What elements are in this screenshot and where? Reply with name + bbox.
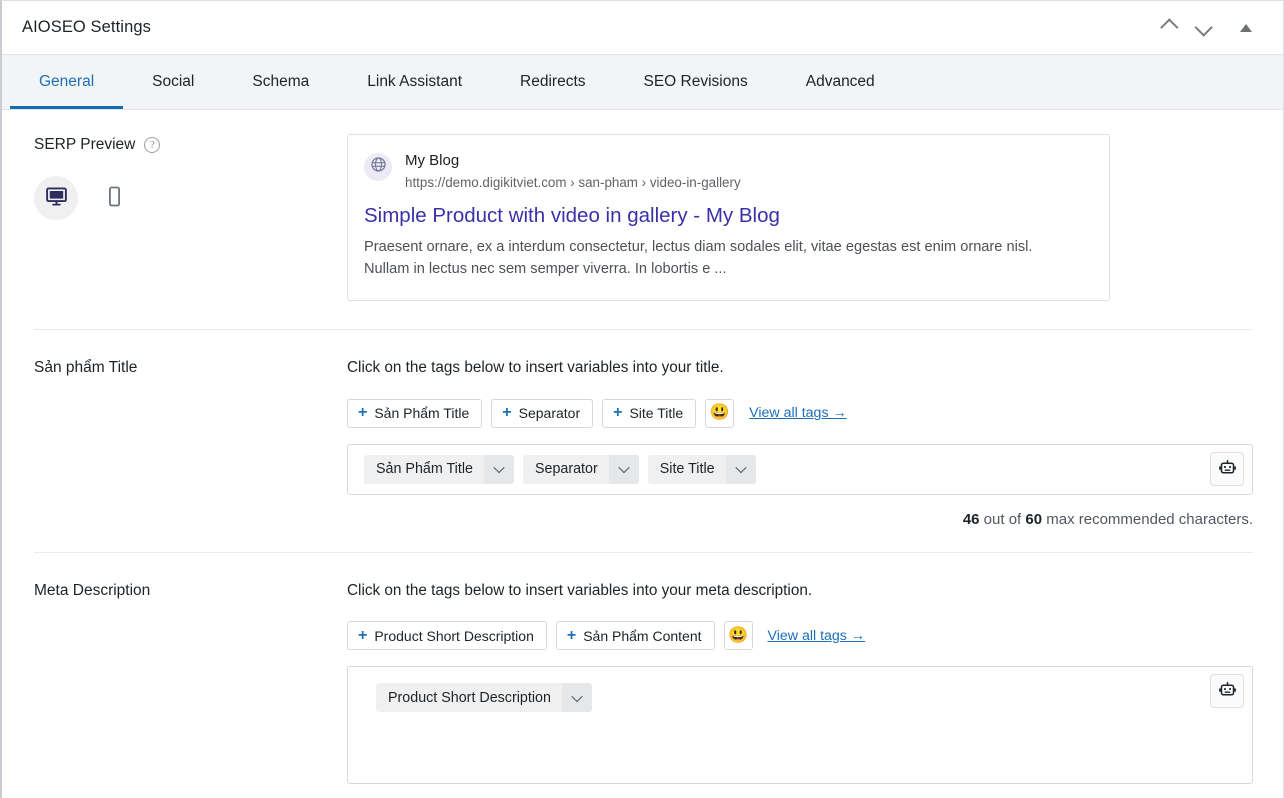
desktop-icon bbox=[45, 185, 68, 211]
expand-down-button[interactable] bbox=[1193, 15, 1219, 41]
token-label: Separator bbox=[534, 461, 598, 478]
settings-content: SERP Preview? My Blog https://demo.digik… bbox=[2, 110, 1283, 798]
tag-button-san-pham-content[interactable]: + Sản Phẩm Content bbox=[555, 621, 715, 651]
aioseo-settings-window: AIOSEO Settings General Social Schema Li… bbox=[0, 0, 1284, 798]
ai-robot-icon bbox=[1218, 458, 1237, 480]
view-all-tags-link-meta[interactable]: View all tags → bbox=[768, 628, 866, 644]
token-dropdown-button[interactable] bbox=[561, 683, 592, 713]
favicon-circle bbox=[364, 153, 392, 181]
tag-button-product-short-description[interactable]: + Product Short Description bbox=[347, 621, 547, 651]
token-dropdown-button[interactable] bbox=[608, 454, 639, 484]
serp-card-head: My Blog https://demo.digikitviet.com › s… bbox=[364, 151, 1091, 192]
product-title-input[interactable]: Sản Phẩm Title Separator Site Title bbox=[347, 443, 1253, 495]
meta-description-field-column: Click on the tags below to insert variab… bbox=[347, 580, 1253, 785]
token-dropdown-button[interactable] bbox=[725, 454, 756, 484]
chevron-down-icon bbox=[618, 462, 630, 474]
emoji-picker-button[interactable]: 😃 bbox=[705, 398, 735, 428]
triangle-up-icon bbox=[1240, 23, 1252, 32]
plus-icon: + bbox=[358, 626, 368, 644]
tab-seo-revisions[interactable]: SEO Revisions bbox=[615, 55, 777, 109]
tab-advanced[interactable]: Advanced bbox=[777, 55, 904, 109]
collapse-up-button[interactable] bbox=[1153, 15, 1179, 41]
plus-icon: + bbox=[358, 404, 368, 422]
plus-icon: + bbox=[566, 626, 577, 644]
smiley-icon: 😃 bbox=[728, 626, 748, 644]
token-site-title[interactable]: Site Title bbox=[647, 454, 756, 484]
counter-max: 60 bbox=[1025, 510, 1043, 528]
meta-description-hint: Click on the tags below to insert variab… bbox=[347, 581, 813, 599]
serp-preview-card: My Blog https://demo.digikitviet.com › s… bbox=[347, 134, 1110, 302]
tag-button-label: Separator bbox=[518, 405, 581, 422]
product-title-label-column: Sản phẩm Title bbox=[34, 357, 347, 377]
plus-icon: + bbox=[502, 404, 512, 422]
chevron-down-icon bbox=[1193, 18, 1213, 37]
token-dropdown-button[interactable] bbox=[483, 454, 514, 484]
meta-description-tag-row: + Product Short Description + Sản Phẩm C… bbox=[347, 621, 1253, 651]
token-label: Product Short Description bbox=[388, 689, 551, 706]
tag-button-site-title[interactable]: + Site Title bbox=[602, 398, 697, 428]
smiley-icon: 😃 bbox=[709, 404, 730, 422]
counter-current: 46 bbox=[962, 510, 980, 528]
mobile-preview-button[interactable] bbox=[92, 176, 136, 220]
meta-description-input[interactable]: Product Short Description bbox=[347, 666, 1253, 785]
tab-schema[interactable]: Schema bbox=[223, 55, 338, 109]
token-label: Site Title bbox=[659, 461, 715, 478]
page-title: AIOSEO Settings bbox=[22, 18, 151, 36]
emoji-picker-button[interactable]: 😃 bbox=[723, 621, 753, 651]
ai-robot-icon bbox=[1218, 680, 1237, 702]
tag-button-label: Site Title bbox=[629, 405, 684, 422]
window-controls bbox=[1153, 15, 1269, 41]
token-separator[interactable]: Separator bbox=[522, 454, 639, 484]
serp-site-name: My Blog bbox=[405, 152, 460, 169]
tab-general[interactable]: General bbox=[10, 55, 124, 109]
counter-suffix: max recommended characters. bbox=[1042, 510, 1253, 528]
globe-icon bbox=[370, 156, 387, 178]
ai-generate-description-button[interactable] bbox=[1210, 674, 1244, 709]
token-label: Sản Phẩm Title bbox=[376, 461, 473, 478]
serp-title[interactable]: Simple Product with video in gallery - M… bbox=[364, 203, 1091, 229]
counter-middle: out of bbox=[979, 510, 1026, 528]
meta-description-label: Meta Description bbox=[34, 581, 151, 599]
token-san-pham-title[interactable]: Sản Phẩm Title bbox=[364, 454, 514, 484]
serp-description: Praesent ornare, ex a interdum consectet… bbox=[364, 238, 1033, 278]
tag-button-separator[interactable]: + Separator bbox=[491, 398, 594, 428]
product-title-field-column: Click on the tags below to insert variab… bbox=[347, 357, 1253, 528]
panel-toggle-button[interactable] bbox=[1233, 15, 1259, 41]
device-toggle-group bbox=[34, 176, 347, 221]
plus-icon: + bbox=[613, 404, 623, 422]
product-title-label: Sản phẩm Title bbox=[34, 359, 138, 377]
token-product-short-description[interactable]: Product Short Description bbox=[376, 683, 592, 713]
tag-button-label: Sản Phẩm Content bbox=[583, 627, 702, 644]
serp-preview-card-column: My Blog https://demo.digikitviet.com › s… bbox=[347, 134, 1253, 302]
serp-preview-label-column: SERP Preview? bbox=[34, 134, 347, 221]
chevron-down-icon bbox=[734, 462, 747, 474]
chevron-down-icon bbox=[493, 462, 505, 474]
tag-button-label: Sản Phẩm Title bbox=[374, 405, 470, 422]
product-title-section: Sản phẩm Title Click on the tags below t… bbox=[34, 330, 1253, 551]
serp-url: https://demo.digikitviet.com › san-pham … bbox=[405, 175, 741, 191]
tab-social[interactable]: Social bbox=[123, 55, 223, 109]
tab-redirects[interactable]: Redirects bbox=[491, 55, 614, 109]
meta-description-label-column: Meta Description bbox=[34, 580, 347, 600]
title-character-counter: 46 out of 60 max recommended characters. bbox=[347, 511, 1253, 528]
ai-generate-title-button[interactable] bbox=[1210, 451, 1244, 486]
help-icon[interactable]: ? bbox=[144, 137, 161, 153]
serp-site-block: My Blog https://demo.digikitviet.com › s… bbox=[405, 151, 741, 192]
tag-button-label: Product Short Description bbox=[374, 627, 534, 644]
chevron-up-icon bbox=[1159, 18, 1179, 37]
meta-description-section: Meta Description Click on the tags below… bbox=[34, 553, 1253, 798]
tag-button-san-pham-title[interactable]: + Sản Phẩm Title bbox=[347, 398, 483, 428]
serp-preview-label: SERP Preview bbox=[34, 136, 136, 153]
mobile-icon bbox=[103, 185, 126, 211]
serp-preview-section: SERP Preview? My Blog https://demo.digik… bbox=[34, 110, 1253, 329]
settings-tabbar: General Social Schema Link Assistant Red… bbox=[2, 55, 1283, 110]
chevron-down-icon bbox=[571, 690, 583, 702]
product-title-hint: Click on the tags below to insert variab… bbox=[347, 359, 724, 377]
view-all-tags-link-title[interactable]: View all tags → bbox=[749, 405, 847, 421]
desktop-preview-button[interactable] bbox=[34, 176, 78, 221]
product-title-tag-row: + Sản Phẩm Title + Separator + Site Titl… bbox=[347, 398, 1253, 428]
tab-link-assistant[interactable]: Link Assistant bbox=[338, 55, 491, 109]
window-titlebar: AIOSEO Settings bbox=[2, 1, 1283, 55]
